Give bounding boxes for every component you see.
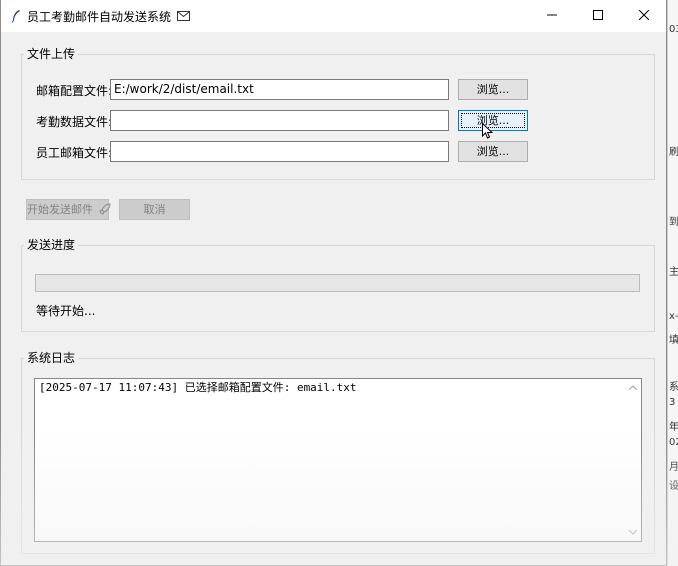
attendance-data-label: 考勤数据文件:	[36, 115, 113, 129]
envelope-icon	[177, 11, 191, 21]
progress-bar	[35, 274, 640, 292]
log-textbox[interactable]: [2025-07-17 11:07:43] 已选择邮箱配置文件: email.t…	[34, 378, 642, 542]
minimize-icon	[547, 9, 557, 23]
start-send-label: 开始发送邮件	[27, 203, 93, 216]
background-text: 系	[669, 382, 678, 393]
background-text: x-	[669, 311, 678, 322]
cancel-label: 取消	[143, 203, 166, 216]
background-text: 设	[669, 481, 678, 492]
close-icon	[638, 9, 650, 23]
background-text: 主	[669, 267, 678, 278]
browse-button-label: 浏览...	[476, 83, 510, 96]
email-config-field[interactable]: E:/work/2/dist/email.txt	[110, 79, 449, 100]
employee-email-label: 员工邮箱文件:	[36, 146, 113, 160]
background-text: 到	[669, 217, 678, 228]
chevron-up-icon[interactable]	[624, 379, 641, 396]
background-window: 03 刷 到 主 x- 填 系 3 年 02 月 设	[667, 0, 678, 566]
maximize-button[interactable]	[575, 0, 621, 32]
minimize-button[interactable]	[529, 0, 575, 32]
rocket-icon	[98, 202, 111, 221]
background-text: 03	[669, 24, 678, 35]
cancel-button[interactable]: 取消	[119, 199, 190, 220]
background-text: 填	[669, 335, 678, 346]
employee-email-field[interactable]	[110, 141, 449, 162]
email-config-label: 邮箱配置文件:	[36, 84, 113, 98]
close-button[interactable]	[621, 0, 666, 32]
background-text: 年	[669, 422, 678, 433]
main-content: 文件上传 邮箱配置文件: E:/work/2/dist/email.txt 浏览…	[1, 32, 666, 565]
browse-button-label: 浏览...	[476, 145, 510, 158]
log-scrollbar[interactable]	[624, 379, 641, 541]
mouse-cursor-icon	[482, 122, 494, 143]
browse-email-config-button[interactable]: 浏览...	[458, 79, 528, 100]
start-send-button[interactable]: 开始发送邮件	[26, 199, 111, 221]
maximize-icon	[593, 9, 603, 23]
log-group-label: 系统日志	[24, 351, 79, 365]
log-line: [2025-07-17 11:07:43] 已选择邮箱配置文件: email.t…	[39, 381, 357, 394]
browse-employee-email-button[interactable]: 浏览...	[458, 141, 528, 162]
window-title: 员工考勤邮件自动发送系统	[27, 9, 172, 24]
chevron-down-icon[interactable]	[624, 524, 641, 541]
browse-attendance-data-button[interactable]: 浏览...	[458, 110, 528, 131]
progress-group-label: 发送进度	[24, 238, 79, 252]
background-text: 刷	[669, 147, 678, 158]
title-bar[interactable]: 员工考勤邮件自动发送系统	[1, 0, 666, 32]
background-text: 3	[669, 397, 676, 408]
progress-status: 等待开始...	[36, 304, 96, 318]
feather-icon	[11, 9, 21, 23]
file-upload-group-label: 文件上传	[24, 47, 79, 61]
background-text: 02	[669, 437, 678, 448]
app-window: 员工考勤邮件自动发送系统 文件上传 邮箱配置文件: E:/work/2/dist…	[0, 0, 667, 566]
background-text: 月	[669, 462, 678, 473]
attendance-data-field[interactable]	[110, 110, 449, 131]
